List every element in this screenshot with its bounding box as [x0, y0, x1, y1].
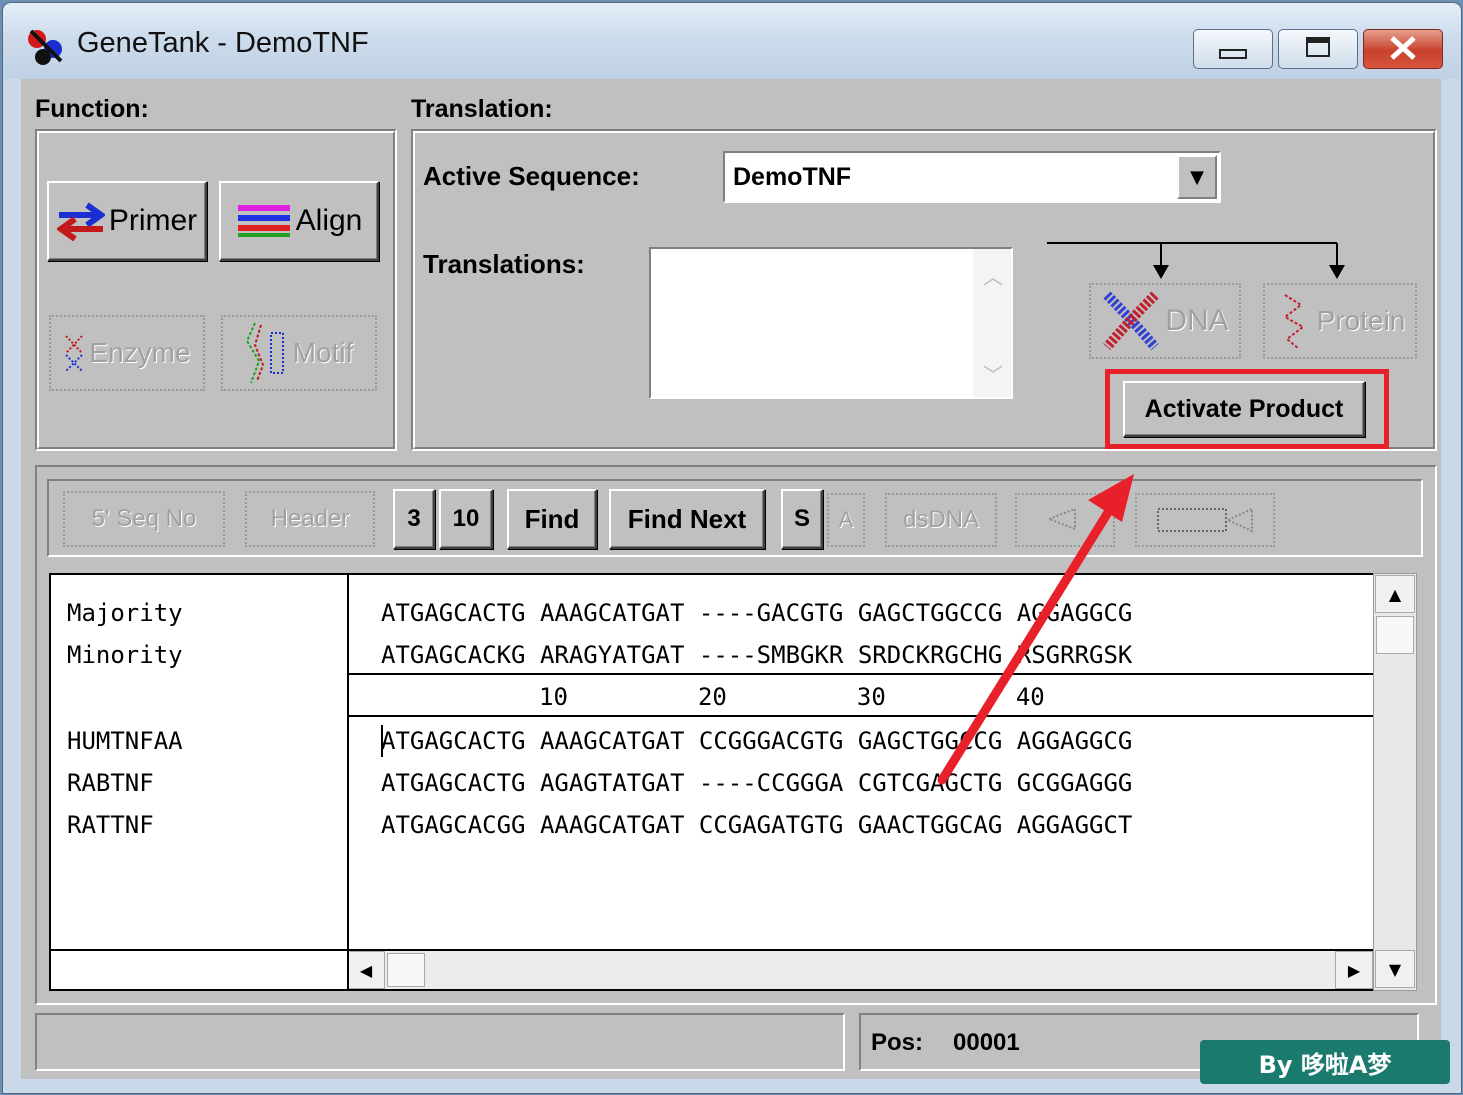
watermark-badge: By 哆啦A梦 — [1200, 1040, 1450, 1084]
annotation-arrow — [937, 474, 1134, 785]
